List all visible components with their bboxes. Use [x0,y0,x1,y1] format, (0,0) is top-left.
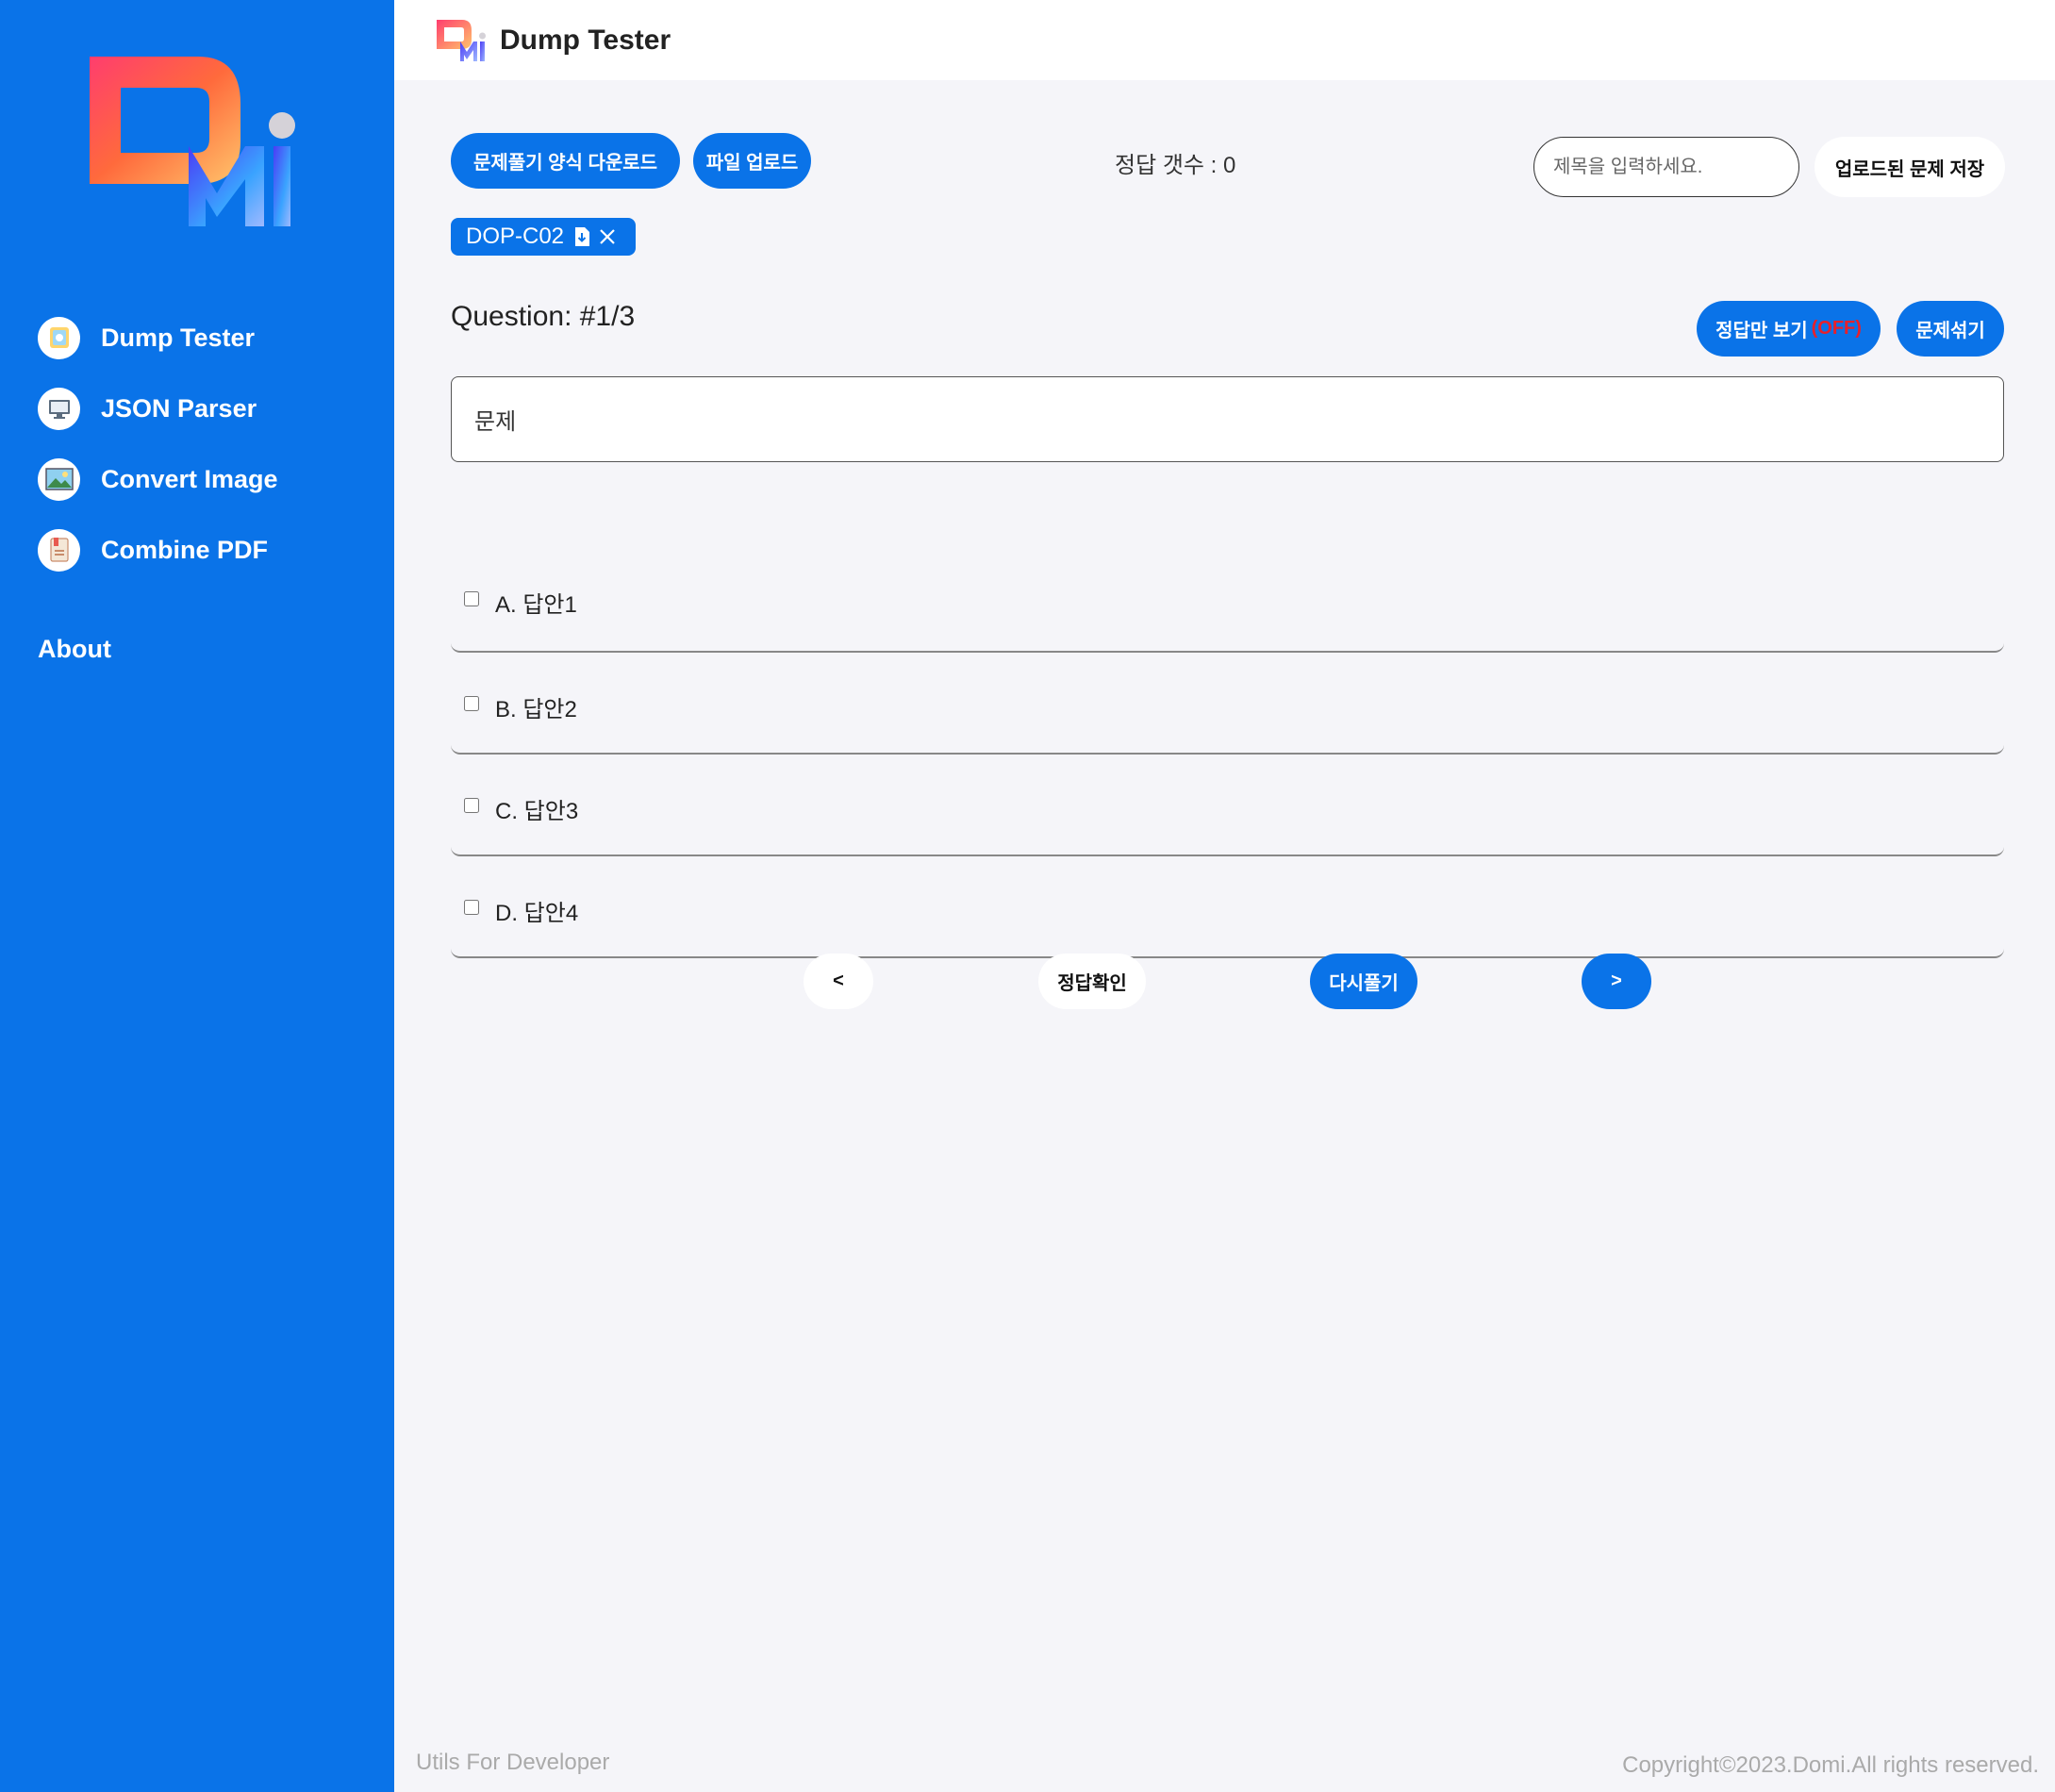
answer-label: B. 답안2 [495,697,577,722]
answer-checkbox-d[interactable] [464,900,479,915]
pdf-icon [38,528,80,572]
answer-label: A. 답안1 [495,592,577,618]
upload-file-button[interactable]: 파일 업로드 [693,133,811,189]
domi-logo-small[interactable] [436,19,489,62]
show-answers-toggle[interactable]: 정답만 보기 (OFF) [1697,301,1881,357]
answer-checkbox-c[interactable] [464,798,479,813]
sidebar-item-dump-tester[interactable]: Dump Tester [38,316,278,359]
monitor-icon [38,387,80,430]
question-number: Question: #1/3 [451,301,636,332]
file-download-icon[interactable] [573,226,590,247]
answer-label: D. 답안4 [495,901,579,926]
top-bar: Dump Tester [394,0,2055,80]
answer-option-a[interactable]: A. 답안1 [451,556,2004,653]
retry-button[interactable]: 다시풀기 [1310,954,1417,1009]
sidebar: Dump Tester JSON Parser Convert Image Co… [0,0,394,1792]
close-icon[interactable] [598,227,617,246]
answer-option-b[interactable]: B. 답안2 [451,653,2004,755]
image-icon [38,457,80,501]
sidebar-item-convert-image[interactable]: Convert Image [38,457,278,501]
about-link[interactable]: About [38,635,111,664]
sidebar-item-label: Dump Tester [101,323,256,352]
sidebar-item-label: JSON Parser [101,393,257,423]
download-template-button[interactable]: 문제풀기 양식 다운로드 [451,133,680,189]
show-answers-state: (OFF) [1811,318,1862,339]
answer-checkbox-b[interactable] [464,696,479,711]
answer-label: C. 답안3 [495,799,579,824]
sidebar-item-combine-pdf[interactable]: Combine PDF [38,528,278,572]
app-title: Dump Tester [500,24,671,56]
prev-button[interactable]: < [804,954,873,1009]
shuffle-button[interactable]: 문제섞기 [1897,301,2004,357]
answer-option-d[interactable]: D. 답안4 [451,856,2004,958]
save-uploaded-button[interactable]: 업로드된 문제 저장 [1815,137,2005,197]
exam-icon [38,316,80,359]
answer-checkbox-a[interactable] [464,591,479,606]
footer-tagline: Utils For Developer [416,1750,610,1775]
show-answers-label: 정답만 보기 [1715,321,1808,341]
file-tag: DOP-C02 [451,218,637,256]
title-input[interactable] [1533,137,1799,197]
sidebar-item-label: Convert Image [101,464,278,493]
footer-copyright: Copyright©2023.Domi.All rights reserved. [1622,1752,2039,1778]
sidebar-nav: Dump Tester JSON Parser Convert Image Co… [38,316,278,599]
correct-count: 정답 갯수 : 0 [1115,153,1236,178]
sidebar-item-json-parser[interactable]: JSON Parser [38,387,278,430]
file-tag-name: DOP-C02 [466,224,565,249]
main-content: 문제풀기 양식 다운로드 파일 업로드 정답 갯수 : 0 업로드된 문제 저장… [394,80,2055,1792]
next-button[interactable]: > [1582,954,1651,1009]
domi-logo[interactable] [85,52,311,231]
sidebar-item-label: Combine PDF [101,535,269,564]
question-text: 문제 [451,376,2004,462]
check-answer-button[interactable]: 정답확인 [1038,954,1146,1009]
answer-option-c[interactable]: C. 답안3 [451,755,2004,856]
answer-list: A. 답안1 B. 답안2 C. 답안3 D. 답안4 [451,587,2004,958]
